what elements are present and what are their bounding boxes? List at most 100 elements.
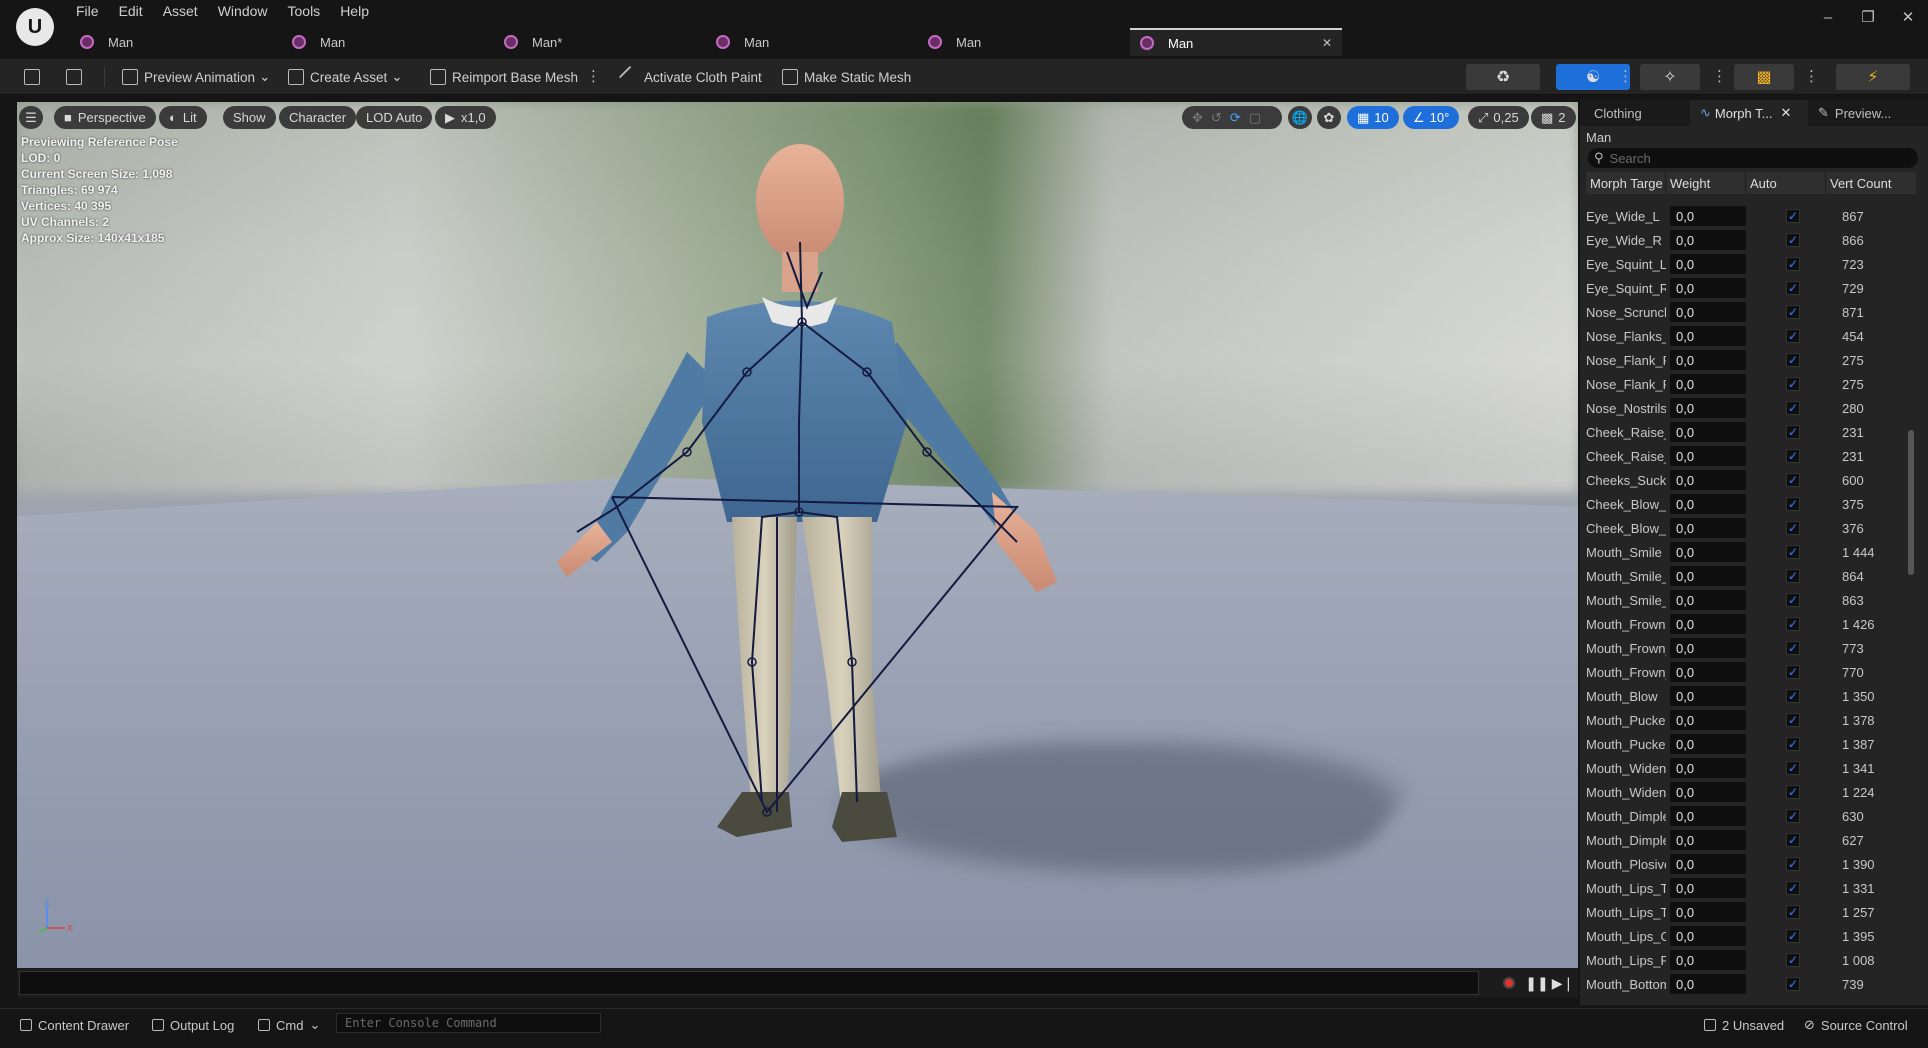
weight-field[interactable]: 0,0 bbox=[1670, 830, 1746, 850]
table-row[interactable]: Mouth_Frown_ 0,0 ✓ 773 bbox=[1586, 636, 1916, 660]
auto-checkbox[interactable]: ✓ bbox=[1786, 833, 1800, 847]
show-button[interactable]: Show bbox=[223, 106, 276, 129]
animation-mode-button[interactable]: ✧ bbox=[1640, 64, 1700, 90]
console-input[interactable]: Enter Console Command bbox=[336, 1013, 601, 1033]
weight-field[interactable]: 0,0 bbox=[1670, 374, 1746, 394]
weight-field[interactable]: 0,0 bbox=[1670, 854, 1746, 874]
table-row[interactable]: Nose_Flank_R 0,0 ✓ 275 bbox=[1586, 348, 1916, 372]
table-row[interactable]: Cheek_Blow_L 0,0 ✓ 375 bbox=[1586, 492, 1916, 516]
auto-checkbox[interactable]: ✓ bbox=[1786, 545, 1800, 559]
auto-checkbox[interactable]: ✓ bbox=[1786, 569, 1800, 583]
tab-man-3[interactable]: Man* bbox=[494, 28, 706, 56]
table-row[interactable]: Cheek_Raise_ 0,0 ✓ 231 bbox=[1586, 444, 1916, 468]
auto-checkbox[interactable]: ✓ bbox=[1786, 449, 1800, 463]
tab-man-active[interactable]: Man ✕ bbox=[1130, 28, 1342, 56]
auto-checkbox[interactable]: ✓ bbox=[1786, 401, 1800, 415]
viewport-menu-icon[interactable]: ☰ bbox=[19, 106, 43, 129]
weight-field[interactable]: 0,0 bbox=[1670, 398, 1746, 418]
search-input[interactable]: ⚲ Search bbox=[1588, 148, 1918, 168]
table-row[interactable]: Cheek_Blow_R0,0 ✓ 376 bbox=[1586, 516, 1916, 540]
auto-checkbox[interactable]: ✓ bbox=[1786, 977, 1800, 991]
lod-button[interactable]: LOD Auto bbox=[356, 106, 433, 129]
weight-field[interactable]: 0,0 bbox=[1670, 710, 1746, 730]
table-row[interactable]: Mouth_Dimple 0,0 ✓ 627 bbox=[1586, 828, 1916, 852]
weight-field[interactable]: 0,0 bbox=[1670, 974, 1746, 994]
scale-snap-button[interactable]: ⤢ 0,25 bbox=[1468, 106, 1529, 129]
table-row[interactable]: Mouth_Lips_T 0,0 ✓ 1 331 bbox=[1586, 876, 1916, 900]
auto-checkbox[interactable]: ✓ bbox=[1786, 329, 1800, 343]
weight-field[interactable]: 0,0 bbox=[1670, 638, 1746, 658]
reimport-button[interactable]: Reimport Base Mesh bbox=[430, 64, 578, 90]
table-row[interactable]: Cheeks_Suck 0,0 ✓ 600 bbox=[1586, 468, 1916, 492]
character-mesh[interactable] bbox=[537, 122, 1097, 962]
table-row[interactable]: Mouth_Blow 0,0 ✓ 1 350 bbox=[1586, 684, 1916, 708]
tab-man-2[interactable]: Man bbox=[282, 28, 494, 56]
make-static-mesh-button[interactable]: Make Static Mesh bbox=[782, 64, 911, 90]
save-icon[interactable] bbox=[24, 64, 46, 90]
auto-checkbox[interactable]: ✓ bbox=[1786, 905, 1800, 919]
weight-field[interactable]: 0,0 bbox=[1670, 878, 1746, 898]
weight-field[interactable]: 0,0 bbox=[1670, 254, 1746, 274]
weight-field[interactable]: 0,0 bbox=[1670, 470, 1746, 490]
weight-field[interactable]: 0,0 bbox=[1670, 230, 1746, 250]
auto-checkbox[interactable]: ✓ bbox=[1786, 857, 1800, 871]
unsaved-button[interactable]: 2 Unsaved bbox=[1704, 1015, 1784, 1035]
minimize-icon[interactable]: – bbox=[1808, 0, 1848, 34]
table-row[interactable]: Mouth_Pucker 0,0 ✓ 1 378 bbox=[1586, 708, 1916, 732]
auto-checkbox[interactable]: ✓ bbox=[1786, 377, 1800, 391]
pause-icon[interactable]: ❚❚ bbox=[1525, 973, 1548, 993]
close-window-icon[interactable]: ✕ bbox=[1888, 0, 1928, 34]
table-row[interactable]: Eye_Squint_R 0,0 ✓ 729 bbox=[1586, 276, 1916, 300]
auto-checkbox[interactable]: ✓ bbox=[1786, 881, 1800, 895]
table-row[interactable]: Mouth_Pucker 0,0 ✓ 1 387 bbox=[1586, 732, 1916, 756]
menu-asset[interactable]: Asset bbox=[153, 0, 208, 22]
character-button[interactable]: Character bbox=[279, 106, 357, 129]
physics-mode-button[interactable]: ⚡ bbox=[1836, 64, 1910, 90]
tab-man-4[interactable]: Man bbox=[706, 28, 918, 56]
auto-checkbox[interactable]: ✓ bbox=[1786, 689, 1800, 703]
auto-checkbox[interactable]: ✓ bbox=[1786, 233, 1800, 247]
tab-preview[interactable]: ✎ Preview... bbox=[1808, 100, 1928, 126]
more-options-icon[interactable]: ⋮ bbox=[586, 67, 601, 85]
more-options-icon[interactable]: ⋮ bbox=[1618, 67, 1633, 85]
table-row[interactable]: Nose_Scrunch 0,0 ✓ 871 bbox=[1586, 300, 1916, 324]
more-options-icon[interactable]: ⋮ bbox=[1804, 67, 1819, 85]
world-space-icon[interactable]: 🌐 bbox=[1288, 106, 1312, 129]
create-asset-button[interactable]: Create Asset ⌄ bbox=[288, 64, 403, 90]
tab-man-5[interactable]: Man bbox=[918, 28, 1130, 56]
menu-help[interactable]: Help bbox=[330, 0, 379, 22]
auto-checkbox[interactable]: ✓ bbox=[1786, 953, 1800, 967]
auto-checkbox[interactable]: ✓ bbox=[1786, 785, 1800, 799]
weight-field[interactable]: 0,0 bbox=[1670, 326, 1746, 346]
weight-field[interactable]: 0,0 bbox=[1670, 734, 1746, 754]
weight-field[interactable]: 0,0 bbox=[1670, 446, 1746, 466]
weight-field[interactable]: 0,0 bbox=[1670, 350, 1746, 370]
weight-field[interactable]: 0,0 bbox=[1670, 782, 1746, 802]
weight-field[interactable]: 0,0 bbox=[1670, 422, 1746, 442]
table-row[interactable]: Mouth_Frown 0,0 ✓ 1 426 bbox=[1586, 612, 1916, 636]
auto-checkbox[interactable]: ✓ bbox=[1786, 425, 1800, 439]
table-row[interactable]: Mouth_Smile_ 0,0 ✓ 864 bbox=[1586, 564, 1916, 588]
table-row[interactable]: Mouth_Widen_ 0,0 ✓ 1 224 bbox=[1586, 780, 1916, 804]
weight-field[interactable]: 0,0 bbox=[1670, 902, 1746, 922]
weight-field[interactable]: 0,0 bbox=[1670, 614, 1746, 634]
column-auto[interactable]: Auto bbox=[1746, 172, 1826, 194]
blueprint-mode-button[interactable]: ▩ bbox=[1734, 64, 1794, 90]
cmd-dropdown[interactable]: Cmd ⌄ bbox=[258, 1015, 320, 1035]
menu-file[interactable]: File bbox=[66, 0, 109, 22]
auto-checkbox[interactable]: ✓ bbox=[1786, 257, 1800, 271]
weight-field[interactable]: 0,0 bbox=[1670, 806, 1746, 826]
table-row[interactable]: Mouth_Widen 0,0 ✓ 1 341 bbox=[1586, 756, 1916, 780]
auto-checkbox[interactable]: ✓ bbox=[1786, 353, 1800, 367]
menu-tools[interactable]: Tools bbox=[278, 0, 331, 22]
auto-checkbox[interactable]: ✓ bbox=[1786, 737, 1800, 751]
list-scrollbar[interactable] bbox=[1908, 430, 1914, 575]
table-row[interactable]: Nose_Flanks_ 0,0 ✓ 454 bbox=[1586, 324, 1916, 348]
table-row[interactable]: Eye_Wide_R 0,0 ✓ 866 bbox=[1586, 228, 1916, 252]
weight-field[interactable]: 0,0 bbox=[1670, 494, 1746, 514]
weight-field[interactable]: 0,0 bbox=[1670, 590, 1746, 610]
cloth-paint-button[interactable]: Activate Cloth Paint bbox=[618, 64, 762, 90]
table-row[interactable]: Eye_Wide_L 0,0 ✓ 867 bbox=[1586, 204, 1916, 228]
table-row[interactable]: Nose_Flank_R 0,0 ✓ 275 bbox=[1586, 372, 1916, 396]
auto-checkbox[interactable]: ✓ bbox=[1786, 305, 1800, 319]
